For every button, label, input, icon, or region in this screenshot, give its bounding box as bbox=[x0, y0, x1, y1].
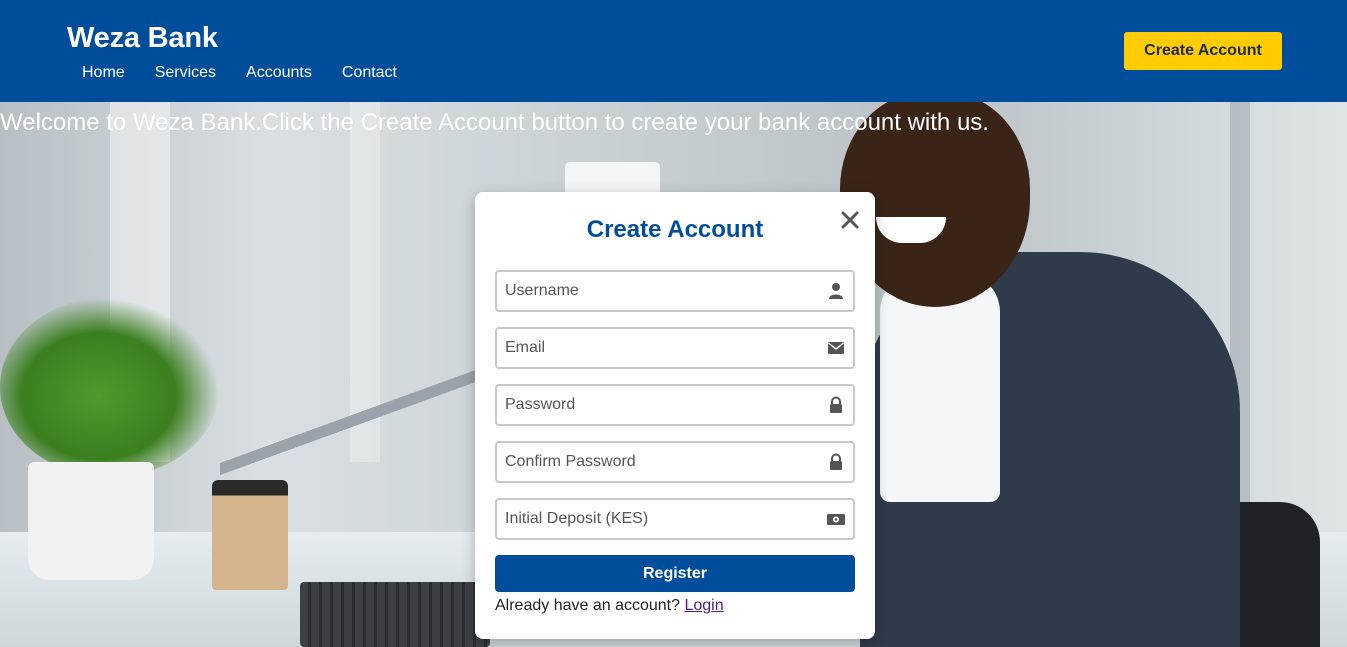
header-create-account-button[interactable]: Create Account bbox=[1124, 32, 1282, 70]
laptop-keyboard bbox=[300, 582, 490, 647]
plant-pot bbox=[28, 462, 154, 580]
password-field bbox=[495, 384, 855, 426]
brand-logo[interactable]: Weza Bank bbox=[67, 22, 218, 55]
money-icon bbox=[826, 510, 846, 528]
top-navbar: Weza Bank Home Services Accounts Contact… bbox=[0, 0, 1347, 102]
close-icon[interactable] bbox=[838, 208, 862, 232]
password-input[interactable] bbox=[505, 386, 815, 424]
plant bbox=[0, 297, 220, 477]
confirm-password-input[interactable] bbox=[505, 443, 815, 481]
login-prompt: Already have an account? Login bbox=[495, 597, 724, 615]
nav-contact-link[interactable]: Contact bbox=[342, 64, 397, 82]
main-nav: Home Services Accounts Contact bbox=[82, 64, 427, 82]
username-field bbox=[495, 270, 855, 312]
confirm-password-field bbox=[495, 441, 855, 483]
lock-icon bbox=[827, 396, 845, 414]
nav-accounts-link[interactable]: Accounts bbox=[246, 64, 312, 82]
register-button[interactable]: Register bbox=[495, 555, 855, 592]
login-prompt-text: Already have an account? bbox=[495, 597, 681, 614]
envelope-icon bbox=[827, 339, 845, 357]
username-input[interactable] bbox=[505, 272, 815, 310]
nav-services-link[interactable]: Services bbox=[155, 64, 216, 82]
nav-home-link[interactable]: Home bbox=[82, 64, 125, 82]
modal-title: Create Account bbox=[586, 216, 764, 243]
login-link[interactable]: Login bbox=[684, 597, 723, 614]
lock-icon bbox=[827, 453, 845, 471]
initial-deposit-input[interactable] bbox=[505, 500, 815, 538]
email-input[interactable] bbox=[505, 329, 815, 367]
create-account-modal: Create Account Username Email Initial De… bbox=[475, 192, 875, 639]
user-icon bbox=[827, 282, 845, 300]
welcome-message: Welcome to Weza Bank.Click the Create Ac… bbox=[0, 109, 989, 136]
initial-deposit-field bbox=[495, 498, 855, 540]
email-field bbox=[495, 327, 855, 369]
